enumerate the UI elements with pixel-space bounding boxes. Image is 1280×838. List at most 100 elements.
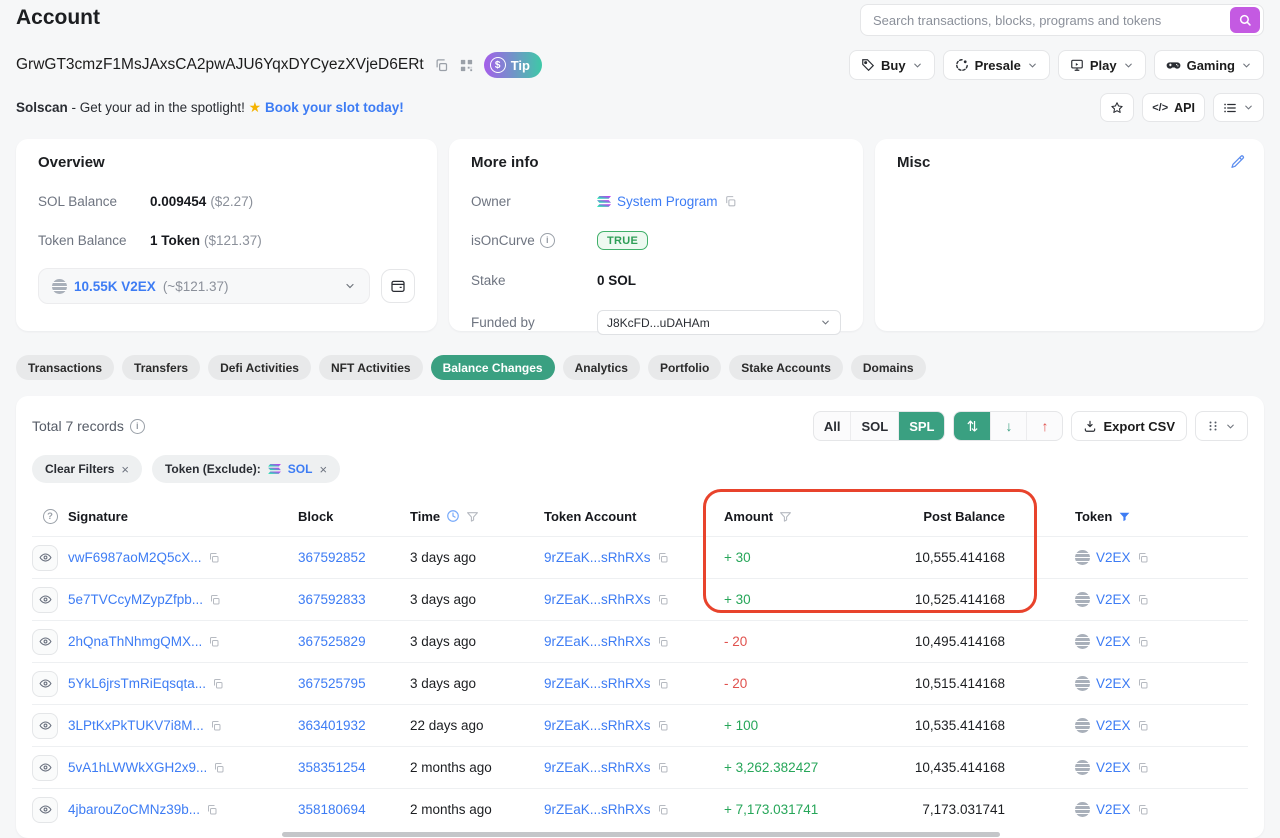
signature-link[interactable]: 5e7TVCcyMZypZfpb... — [68, 592, 203, 607]
token-link[interactable]: V2EX — [1096, 676, 1131, 691]
signature-link[interactable]: 5YkL6jrsTmRiEqsqta... — [68, 676, 206, 691]
token-account-link[interactable]: 9rZEaK...sRhRXs — [544, 592, 651, 607]
qr-code-button[interactable] — [459, 58, 474, 73]
preview-button[interactable] — [32, 713, 58, 739]
columns-settings-button[interactable] — [1195, 411, 1248, 441]
tab-transactions[interactable]: Transactions — [16, 355, 114, 380]
filter-icon-active[interactable] — [1118, 510, 1131, 523]
copy-icon[interactable] — [210, 720, 222, 732]
filter-icon[interactable] — [466, 510, 479, 523]
gaming-button[interactable]: Gaming — [1154, 50, 1264, 80]
funded-by-select[interactable]: J8KcFD...uDAHAm — [597, 310, 841, 335]
filter-spl-button[interactable]: SPL — [898, 412, 944, 440]
copy-icon[interactable] — [657, 804, 669, 816]
clear-filters-chip[interactable]: Clear Filters × — [32, 455, 142, 483]
edit-misc-button[interactable] — [1230, 154, 1246, 170]
block-link[interactable]: 367592833 — [298, 592, 366, 607]
export-csv-button[interactable]: Export CSV — [1071, 411, 1187, 441]
copy-icon[interactable] — [1137, 594, 1149, 606]
tab-defi-activities[interactable]: Defi Activities — [208, 355, 311, 380]
copy-icon[interactable] — [206, 804, 218, 816]
copy-icon[interactable] — [657, 636, 669, 648]
wallet-view-button[interactable] — [381, 269, 415, 303]
buy-button[interactable]: Buy — [849, 50, 935, 80]
signature-link[interactable]: 5vA1hLWWkXGH2x9... — [68, 760, 207, 775]
block-link[interactable]: 358180694 — [298, 802, 366, 817]
copy-icon[interactable] — [1137, 552, 1149, 564]
filter-sol-button[interactable]: SOL — [850, 412, 898, 440]
token-link[interactable]: V2EX — [1096, 634, 1131, 649]
copy-icon[interactable] — [1137, 762, 1149, 774]
token-link[interactable]: V2EX — [1096, 550, 1131, 565]
tab-portfolio[interactable]: Portfolio — [648, 355, 721, 380]
copy-icon[interactable] — [724, 195, 737, 208]
incoming-filter-button[interactable]: ↓ — [990, 412, 1026, 440]
play-button[interactable]: Play — [1058, 50, 1146, 80]
token-account-link[interactable]: 9rZEaK...sRhRXs — [544, 802, 651, 817]
owner-link[interactable]: System Program — [597, 194, 737, 209]
view-options-button[interactable] — [1213, 93, 1264, 122]
signature-link[interactable]: 2hQnaThNhmgQMX... — [68, 634, 202, 649]
signature-link[interactable]: 3LPtKxPkTUKV7i8M... — [68, 718, 204, 733]
search-button[interactable] — [1230, 7, 1260, 33]
token-exclude-chip[interactable]: Token (Exclude): SOL × — [152, 455, 340, 483]
copy-icon[interactable] — [657, 678, 669, 690]
favorite-button[interactable] — [1100, 93, 1134, 122]
filter-all-button[interactable]: All — [814, 412, 851, 440]
tab-analytics[interactable]: Analytics — [563, 355, 640, 380]
tab-stake-accounts[interactable]: Stake Accounts — [729, 355, 843, 380]
tab-balance-changes[interactable]: Balance Changes — [431, 355, 555, 380]
tab-domains[interactable]: Domains — [851, 355, 926, 380]
preview-button[interactable] — [32, 671, 58, 697]
copy-icon[interactable] — [208, 552, 220, 564]
signature-link[interactable]: vwF6987aoM2Q5cX... — [68, 550, 202, 565]
token-link[interactable]: V2EX — [1096, 592, 1131, 607]
copy-icon[interactable] — [657, 762, 669, 774]
copy-icon[interactable] — [1137, 678, 1149, 690]
token-account-link[interactable]: 9rZEaK...sRhRXs — [544, 676, 651, 691]
tab-nft-activities[interactable]: NFT Activities — [319, 355, 423, 380]
preview-button[interactable] — [32, 755, 58, 781]
copy-address-button[interactable] — [434, 58, 449, 73]
token-holdings-select[interactable]: 10.55K V2EX (~$121.37) — [38, 268, 370, 304]
copy-icon[interactable] — [657, 594, 669, 606]
token-link[interactable]: V2EX — [1096, 802, 1131, 817]
block-link[interactable]: 367525829 — [298, 634, 366, 649]
token-account-link[interactable]: 9rZEaK...sRhRXs — [544, 634, 651, 649]
signature-link[interactable]: 4jbarouZoCMNz39b... — [68, 802, 200, 817]
outgoing-filter-button[interactable]: ↑ — [1026, 412, 1062, 440]
copy-icon[interactable] — [213, 762, 225, 774]
token-link[interactable]: V2EX — [1096, 718, 1131, 733]
presale-button[interactable]: Presale — [943, 50, 1050, 80]
preview-button[interactable] — [32, 587, 58, 613]
block-link[interactable]: 358351254 — [298, 760, 366, 775]
token-link[interactable]: V2EX — [1096, 760, 1131, 775]
global-search[interactable] — [860, 4, 1264, 36]
tip-button[interactable]: $ Tip — [484, 52, 542, 78]
copy-icon[interactable] — [1137, 804, 1149, 816]
tab-transfers[interactable]: Transfers — [122, 355, 200, 380]
copy-icon[interactable] — [208, 636, 220, 648]
ad-link[interactable]: Book your slot today! — [265, 100, 404, 115]
token-account-link[interactable]: 9rZEaK...sRhRXs — [544, 760, 651, 775]
copy-icon[interactable] — [212, 678, 224, 690]
preview-button[interactable] — [32, 797, 58, 823]
token-account-link[interactable]: 9rZEaK...sRhRXs — [544, 718, 651, 733]
copy-icon[interactable] — [657, 720, 669, 732]
copy-icon[interactable] — [209, 594, 221, 606]
copy-icon[interactable] — [1137, 636, 1149, 648]
preview-button[interactable] — [32, 629, 58, 655]
sort-both-button[interactable]: ⇅ — [954, 412, 990, 440]
search-input[interactable] — [873, 13, 1230, 28]
filter-icon[interactable] — [779, 510, 792, 523]
horizontal-scrollbar[interactable] — [282, 832, 1000, 837]
copy-icon[interactable] — [657, 552, 669, 564]
clock-icon[interactable] — [446, 509, 460, 523]
preview-button[interactable] — [32, 545, 58, 571]
block-link[interactable]: 367592852 — [298, 550, 366, 565]
block-link[interactable]: 367525795 — [298, 676, 366, 691]
help-icon[interactable]: ? — [43, 509, 58, 524]
block-link[interactable]: 363401932 — [298, 718, 366, 733]
copy-icon[interactable] — [1137, 720, 1149, 732]
api-button[interactable]: </> API — [1142, 93, 1205, 122]
